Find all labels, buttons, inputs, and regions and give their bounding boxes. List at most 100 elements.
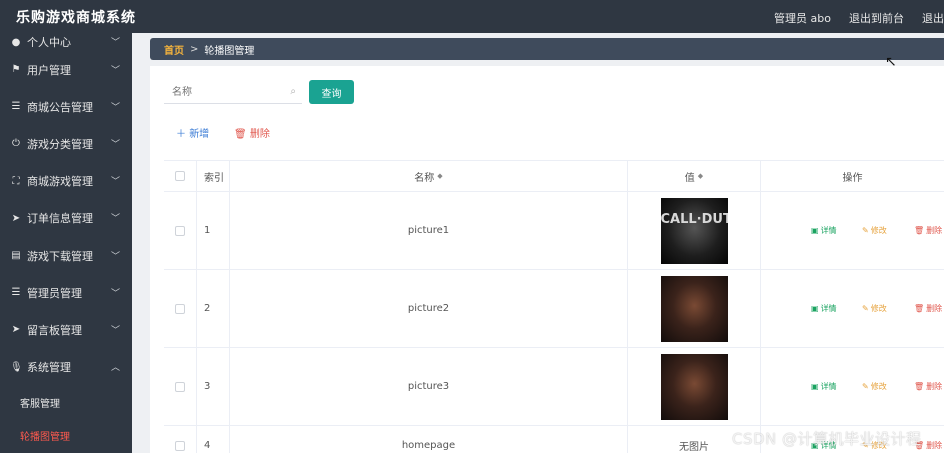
query-button[interactable]: 查询 (309, 80, 354, 104)
delete-button[interactable]: 🗑 删除 (914, 225, 942, 236)
row-name: homepage (230, 426, 628, 453)
column-value[interactable]: 值 ◆ (628, 161, 761, 191)
sidebar-item-message-board[interactable]: ➤ 留言板管理 ﹀ (0, 311, 132, 348)
chevron-down-icon: ﹀ (110, 65, 120, 76)
row-checkbox[interactable] (175, 381, 185, 392)
chevron-down-icon: ﹀ (110, 38, 120, 48)
sidebar-item-system-management[interactable]: 🎙 系统管理 ︿ (0, 349, 132, 386)
doc-icon: ▣ (811, 382, 819, 391)
search-icon[interactable]: ⌕ (290, 86, 296, 97)
sidebar: ● 个人中心 ﹀ ⚑ 用户管理 ﹀ ☰ 商城公告管理 ﹀ ⏻ 游戏分类管理 ﹀ … (0, 33, 132, 453)
edit-button[interactable]: ✎ 修改 (862, 225, 887, 236)
batch-delete-button[interactable]: 🗑 删除 (234, 125, 270, 140)
trash-icon: 🗑 (914, 226, 925, 235)
sidebar-item-label: 系统管理 (27, 361, 71, 375)
breadcrumb-separator: > (190, 43, 199, 55)
plus-icon: ＋ (176, 129, 186, 140)
sidebar-item-label: 个人中心 (27, 36, 71, 49)
doc-icon: ▣ (811, 304, 819, 313)
sidebar-item-category-management[interactable]: ⏻ 游戏分类管理 ﹀ (0, 125, 132, 162)
data-table: 索引 名称◆ 值◆ 操作 1 picture1 CALL·DUTY ▣详情 ✎修… (164, 160, 944, 453)
sidebar-item-label: 商城游戏管理 (27, 175, 93, 189)
logout-link[interactable]: 退出 (922, 10, 944, 26)
back-to-frontend-link[interactable]: 退出到前台 (849, 10, 904, 26)
sidebar-item-order-management[interactable]: ➤ 订单信息管理 ﹀ (0, 200, 132, 237)
power-icon: ⏻ (12, 138, 20, 150)
chevron-down-icon: ﹀ (110, 251, 120, 262)
sidebar-item-label: 留言板管理 (27, 323, 82, 337)
sidebar-subitem-customer-service[interactable]: 客服管理 (0, 386, 132, 419)
carousel-image (660, 353, 728, 420)
sort-icon[interactable]: ◆ (437, 172, 442, 180)
sidebar-item-user-management[interactable]: ⚑ 用户管理 ﹀ (0, 51, 132, 88)
carousel-image: CALL·DUTY (660, 197, 728, 264)
pencil-icon: ✎ (862, 226, 869, 235)
flag-icon: ⚑ (11, 64, 21, 76)
row-index: 4 (197, 426, 230, 453)
top-bar: 乐购游戏商城系统 管理员 abo 退出到前台 退出 (0, 0, 944, 33)
chevron-up-icon: ︿ (110, 363, 120, 374)
chevron-down-icon: ﹀ (110, 288, 120, 299)
chevron-down-icon: ﹀ (110, 325, 120, 336)
sidebar-item-label: 订单信息管理 (27, 212, 93, 226)
column-ops: 操作 (842, 172, 863, 184)
pencil-icon: ✎ (862, 382, 869, 391)
breadcrumb-current: 轮播图管理 (204, 45, 255, 57)
edit-button[interactable]: ✎ 修改 (862, 303, 887, 314)
chevron-down-icon: ﹀ (110, 139, 120, 150)
current-user: 管理员 abo (774, 12, 831, 25)
row-checkbox[interactable] (175, 303, 185, 314)
sidebar-item-label: 游戏下载管理 (27, 249, 93, 263)
sidebar-item-label: 商城公告管理 (27, 100, 93, 114)
search-input[interactable] (164, 82, 274, 102)
row-index: 2 (197, 270, 230, 347)
table-row: 3 picture3 ▣ 详情 ✎ 修改 🗑 删除 (164, 348, 944, 426)
row-checkbox[interactable] (175, 440, 185, 451)
table-row: 2 picture2 ▣ 详情 ✎ 修改 🗑 删除 (164, 270, 944, 348)
sidebar-item-label: 管理员管理 (27, 286, 82, 300)
person-icon: ● (11, 36, 21, 48)
watermark: CSDN @计算机毕业设计程 (732, 430, 922, 448)
chevron-down-icon: ﹀ (110, 214, 120, 225)
sidebar-subitem-carousel[interactable]: 轮播图管理 (0, 419, 132, 452)
delete-button[interactable]: 🗑 删除 (914, 303, 942, 314)
sort-icon[interactable]: ◆ (698, 172, 703, 180)
main-panel: ⌕ 查询 ＋ 新增 🗑 删除 索引 名称◆ 值◆ 操作 1 picture1 C… (150, 66, 944, 453)
row-name: picture3 (230, 348, 628, 425)
frame-icon: ⛶ (12, 175, 20, 187)
card-icon: ▤ (11, 250, 21, 262)
sidebar-item-download-management[interactable]: ▤ 游戏下载管理 ﹀ (0, 237, 132, 274)
detail-button[interactable]: ▣ 详情 (811, 381, 837, 392)
sidebar-item-admin-management[interactable]: ☰ 管理员管理 ﹀ (0, 274, 132, 311)
carousel-image (660, 275, 728, 342)
list-icon: ☰ (11, 287, 21, 299)
edit-button[interactable]: ✎ 修改 (862, 381, 887, 392)
send-icon: ➤ (11, 324, 21, 336)
table-header: 索引 名称 ◆ 值 ◆ 操作 (164, 161, 944, 192)
image-logo-text: CALL·DUTY (660, 211, 728, 227)
header-actions: 管理员 abo 退出到前台 退出 (774, 10, 944, 26)
app-title: 乐购游戏商城系统 (16, 10, 136, 26)
sidebar-item-announcement-management[interactable]: ☰ 商城公告管理 ﹀ (0, 88, 132, 125)
chevron-down-icon: ﹀ (110, 177, 120, 188)
search-box: ⌕ (164, 82, 302, 104)
row-index: 1 (197, 192, 230, 269)
sidebar-item-label: 用户管理 (27, 63, 71, 77)
sidebar-item-personal-center[interactable]: ● 个人中心 ﹀ (0, 33, 132, 51)
column-name[interactable]: 名称 ◆ (230, 161, 628, 191)
delete-button[interactable]: 🗑 删除 (914, 381, 942, 392)
sidebar-item-game-management[interactable]: ⛶ 商城游戏管理 ﹀ (0, 163, 132, 200)
pencil-icon: ✎ (862, 304, 869, 313)
column-index: 索引 (197, 161, 230, 191)
select-all-checkbox[interactable] (175, 171, 185, 181)
breadcrumb-home-link[interactable]: 首页 (164, 42, 184, 57)
sidebar-item-label: 游戏分类管理 (27, 137, 93, 151)
table-row: 1 picture1 CALL·DUTY ▣详情 ✎修改 🗑删除 (164, 192, 944, 270)
add-button[interactable]: ＋ 新增 (176, 125, 209, 140)
detail-button[interactable]: ▣ 详情 (811, 225, 837, 236)
row-name: picture2 (230, 270, 628, 347)
row-checkbox[interactable] (175, 225, 185, 236)
row-name: picture1 (230, 192, 628, 269)
list-icon: ☰ (11, 101, 21, 113)
detail-button[interactable]: ▣ 详情 (811, 303, 837, 314)
